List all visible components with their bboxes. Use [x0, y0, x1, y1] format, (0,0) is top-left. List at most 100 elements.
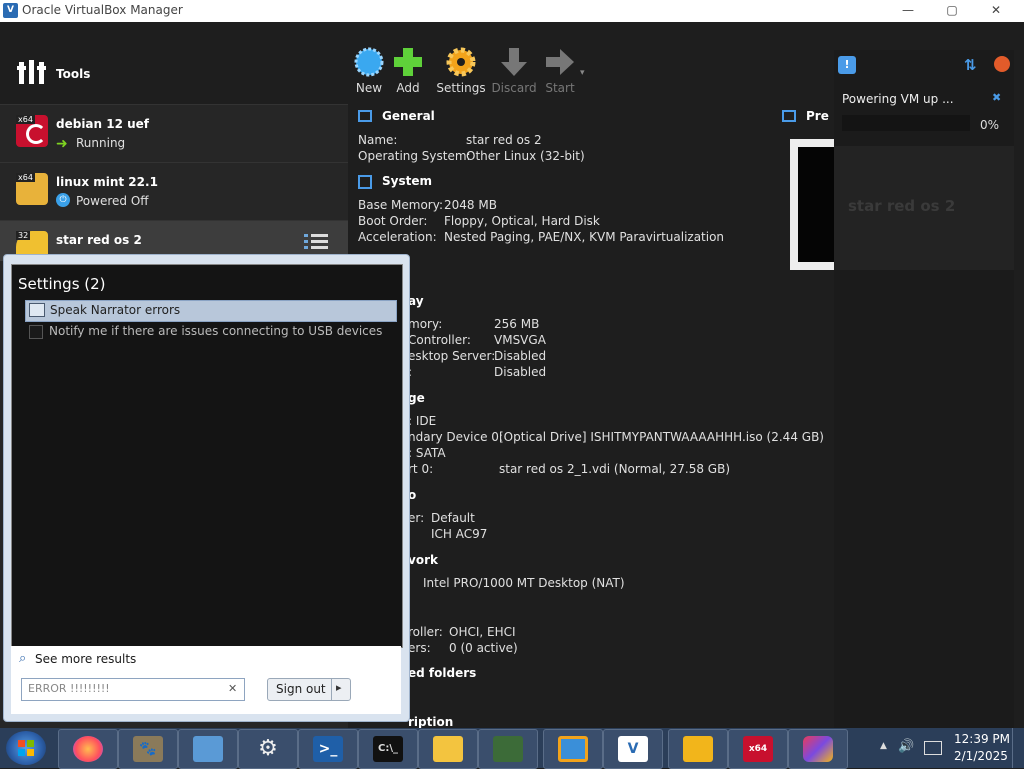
add-label: Add	[396, 81, 420, 95]
taskbar: 🐾 ⚙ >_ C:\_ V x64 ▲ 🔊 12:39 PM 2/1/2025	[0, 728, 1024, 769]
base-memory-value: 2048 MB	[444, 198, 497, 212]
video-memory-value: 256 MB	[494, 317, 540, 331]
vm-item-linux-mint[interactable]: x64 linux mint 22.1 ⏻ Powered Off	[0, 162, 348, 220]
vmware-icon	[683, 736, 713, 762]
discard-arrow-icon	[498, 46, 530, 78]
new-label: New	[355, 81, 383, 95]
powershell-icon: >_	[313, 736, 343, 762]
network-heading: vork	[408, 553, 438, 567]
result-label: Speak Narrator errors	[50, 303, 181, 317]
graphics-controller-value: VMSVGA	[494, 333, 546, 347]
search-icon: ⌕	[19, 651, 27, 666]
preview-vm-name: star red os 2	[848, 197, 956, 215]
storage-heading: ge	[408, 391, 425, 405]
tools-item[interactable]: Tools	[0, 22, 348, 104]
discard-button[interactable]: Discard	[489, 46, 539, 95]
linux-mint-icon: x64	[16, 173, 48, 205]
taskbar-powershell[interactable]: >_	[298, 729, 358, 769]
notification-text: Powering VM up ...	[842, 92, 954, 106]
add-icon	[392, 46, 424, 78]
minimize-button[interactable]: —	[888, 0, 928, 20]
taskbar-debian[interactable]: x64	[728, 729, 788, 769]
ide-controller-label: : IDE	[408, 414, 437, 428]
settings-gear-icon	[445, 46, 477, 78]
taskbar-virtualbox[interactable]: V	[603, 729, 663, 769]
power-options-arrow-icon[interactable]: ▸	[336, 681, 342, 694]
cmd-icon: C:\_	[373, 736, 403, 762]
firefox-icon	[73, 736, 103, 762]
remote-desktop-value: Disabled	[494, 349, 547, 363]
notification-close-icon[interactable]: ✖	[992, 91, 1001, 104]
taskbar-cmd[interactable]: C:\_	[358, 729, 418, 769]
taskbar-vbox-alt[interactable]	[543, 729, 603, 769]
maximize-button[interactable]: ▢	[932, 0, 972, 20]
adapter-value: Intel PRO/1000 MT Desktop (NAT)	[423, 576, 625, 590]
display-heading: ay	[408, 294, 424, 308]
bug-icon[interactable]	[994, 56, 1010, 72]
show-desktop-button[interactable]	[1012, 728, 1024, 768]
new-icon	[353, 46, 385, 78]
vm-item-debian[interactable]: x64 debian 12 uef ➜ Running	[0, 104, 348, 162]
virtualbox-icon: V	[618, 736, 648, 762]
start-button[interactable]: Start	[535, 46, 585, 95]
settings-button[interactable]: Settings	[436, 46, 486, 95]
sort-icon[interactable]: ⇅	[964, 56, 977, 74]
taskbar-vmware[interactable]	[668, 729, 728, 769]
clear-search-icon[interactable]: ✕	[228, 682, 237, 695]
virtualbox-app-icon: V	[3, 3, 18, 18]
usb-controller-value: OHCI, EHCI	[449, 625, 516, 639]
taskbar-network[interactable]	[478, 729, 538, 769]
notification-icon[interactable]: !	[838, 56, 856, 74]
result-label: Notify me if there are issues connecting…	[49, 324, 383, 338]
name-value: star red os 2	[466, 133, 542, 147]
video-memory-label: mory:	[408, 317, 443, 331]
boot-order-label: Boot Order:	[358, 214, 428, 228]
network-tray-icon[interactable]	[924, 741, 942, 755]
sata-port-label: rt 0:	[408, 462, 434, 476]
app-icon	[803, 736, 833, 762]
sign-out-divider	[331, 679, 332, 700]
acceleration-value: Nested Paging, PAE/NX, KVM Paravirtualiz…	[444, 230, 725, 244]
device-filters-value: 0 (0 active)	[449, 641, 518, 655]
taskbar-gimp[interactable]: 🐾	[118, 729, 178, 769]
taskbar-file-explorer[interactable]	[418, 729, 478, 769]
tray-expand-icon[interactable]: ▲	[880, 741, 887, 751]
notification-center: ! ⇅ Powering VM up ... ✖ 0% star red os …	[834, 50, 1014, 728]
preview-screen	[798, 147, 834, 262]
gimp-icon: 🐾	[133, 736, 163, 762]
folder-icon	[433, 736, 463, 762]
clock-time[interactable]: 12:39 PM	[954, 732, 1010, 746]
taskbar-firefox[interactable]	[58, 729, 118, 769]
preview-heading: Pre	[806, 109, 829, 123]
result-item-speak-narrator[interactable]: Speak Narrator errors	[25, 300, 397, 322]
os-label: Operating System:	[358, 149, 471, 163]
preview-icon	[782, 110, 796, 122]
search-input[interactable]: ERROR !!!!!!!!! ✕	[21, 678, 245, 701]
result-item-usb-notify[interactable]: Notify me if there are issues connecting…	[25, 322, 395, 342]
taskbar-settings[interactable]: ⚙	[238, 729, 298, 769]
name-label: Name:	[358, 133, 398, 147]
device-filters-label: ers:	[408, 641, 431, 655]
vm-state: Running	[76, 136, 126, 150]
volume-icon[interactable]: 🔊	[898, 739, 914, 754]
start-dropdown-icon[interactable]: ▾	[580, 68, 585, 78]
taskbar-app[interactable]	[788, 729, 848, 769]
start-menu-bottom: ⌕ See more results ERROR !!!!!!!!! ✕ Sig…	[11, 646, 401, 714]
graphics-controller-label: Controller:	[408, 333, 471, 347]
usb-controller-label: roller:	[408, 625, 443, 639]
clock-date[interactable]: 2/1/2025	[954, 749, 1008, 763]
sign-out-button[interactable]: Sign out ▸	[267, 678, 351, 701]
remote-desktop-label: esktop Server:	[408, 349, 496, 363]
add-button[interactable]: Add	[383, 46, 433, 95]
tools-label: Tools	[56, 67, 91, 81]
base-memory-label: Base Memory:	[358, 198, 444, 212]
start-orb-icon[interactable]	[6, 731, 46, 765]
network-icon	[493, 736, 523, 762]
taskbar-window[interactable]	[178, 729, 238, 769]
see-more-results-link[interactable]: See more results	[35, 652, 136, 666]
vm-name: star red os 2	[56, 233, 142, 247]
close-button[interactable]: ✕	[976, 0, 1016, 20]
system-heading: System	[382, 174, 432, 188]
vm-menu-icon[interactable]	[304, 233, 328, 251]
boot-order-value: Floppy, Optical, Hard Disk	[444, 214, 600, 228]
